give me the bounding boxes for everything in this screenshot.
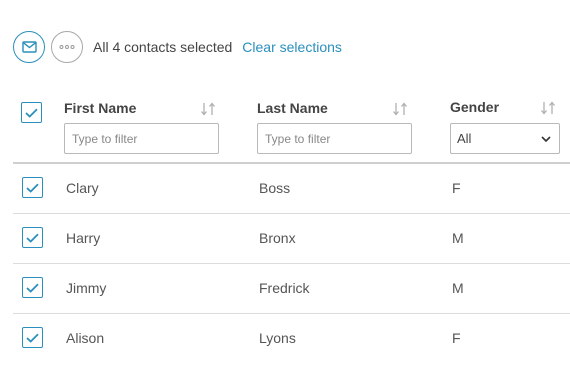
row-divider — [13, 213, 570, 214]
gender-cell: F — [452, 180, 461, 196]
column-header-last-name[interactable]: Last Name — [257, 100, 328, 116]
first-name-cell: Jimmy — [66, 280, 107, 296]
row-divider — [13, 263, 570, 264]
sort-icon[interactable] — [540, 101, 558, 115]
gender-select-value: All — [457, 131, 472, 146]
selection-count-text: All 4 contacts selected — [93, 39, 233, 55]
mail-icon — [21, 41, 37, 53]
row-checkbox[interactable] — [22, 177, 43, 198]
first-name-cell: Alison — [66, 330, 105, 346]
sort-icon[interactable] — [392, 102, 410, 116]
row-checkbox[interactable] — [22, 277, 43, 298]
checkmark-icon — [26, 183, 39, 193]
gender-filter-select[interactable]: All — [450, 123, 560, 154]
header-divider — [13, 162, 570, 164]
more-actions-button[interactable] — [51, 31, 83, 63]
last-name-cell: Fredrick — [259, 280, 310, 296]
first-name-cell: Clary — [66, 180, 99, 196]
gender-cell: M — [452, 280, 464, 296]
column-header-first-name[interactable]: First Name — [64, 100, 136, 116]
row-divider — [13, 313, 570, 314]
checkmark-icon — [26, 233, 39, 243]
last-name-cell: Bronx — [259, 230, 296, 246]
chevron-down-icon — [541, 135, 551, 142]
last-name-cell: Lyons — [259, 330, 296, 346]
clear-selections-link[interactable]: Clear selections — [242, 39, 342, 55]
column-header-gender[interactable]: Gender — [450, 99, 499, 115]
row-checkbox[interactable] — [22, 227, 43, 248]
gender-cell: F — [452, 330, 461, 346]
first-name-filter-input[interactable] — [64, 123, 219, 154]
gender-cell: M — [452, 230, 464, 246]
checkmark-icon — [26, 333, 39, 343]
checkmark-icon — [26, 283, 39, 293]
row-checkbox[interactable] — [22, 327, 43, 348]
last-name-filter-input[interactable] — [257, 123, 412, 154]
first-name-cell: Harry — [66, 230, 101, 246]
checkmark-icon — [25, 108, 38, 118]
more-horizontal-icon — [59, 45, 75, 49]
select-all-checkbox[interactable] — [21, 102, 42, 123]
selection-toolbar: All 4 contacts selected Clear selections — [13, 31, 342, 63]
last-name-cell: Boss — [259, 180, 291, 196]
sort-icon[interactable] — [200, 102, 218, 116]
email-button[interactable] — [13, 31, 45, 63]
